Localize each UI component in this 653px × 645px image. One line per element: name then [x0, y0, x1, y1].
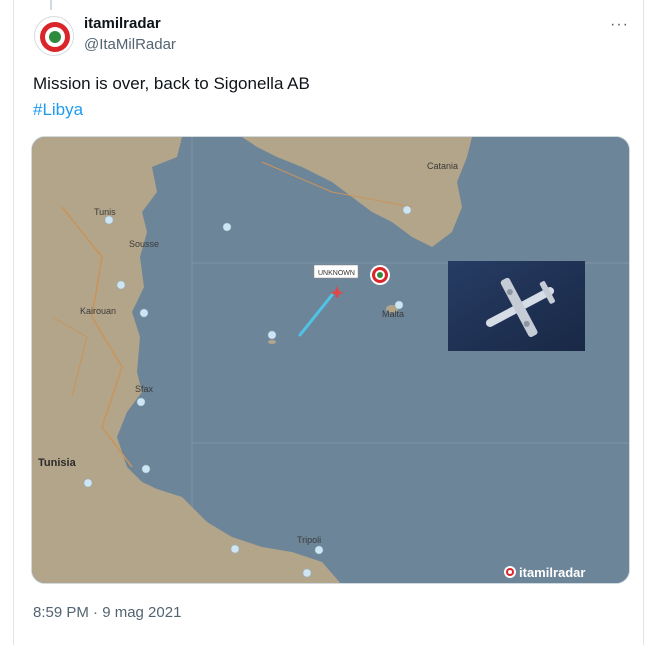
- frame-border-left: [13, 0, 14, 645]
- watermark-text: itamilradar: [519, 565, 585, 580]
- author-display-name[interactable]: itamilradar: [84, 14, 176, 34]
- map-label-kairouan: Kairouan: [80, 306, 116, 316]
- aircraft-photo-inset: [448, 261, 585, 351]
- tweet-media-image[interactable]: Catania Malta Tunis Sousse Kairouan Sfax…: [31, 136, 630, 584]
- avatar[interactable]: [34, 16, 74, 56]
- roundel-icon: [36, 18, 73, 55]
- map-label-catania: Catania: [427, 161, 458, 171]
- map-label-malta: Malta: [382, 309, 404, 319]
- map-label-sfax: Sfax: [135, 384, 154, 394]
- flight-tag-label: UNKNOWN: [318, 270, 355, 277]
- tweet-text: Mission is over, back to Sigonella AB: [33, 74, 310, 93]
- map-label-tripoli: Tripoli: [297, 535, 321, 545]
- more-dots-icon[interactable]: ···: [610, 16, 629, 34]
- tweet-author: itamilradar @ItaMilRadar: [84, 14, 176, 55]
- land-lampedusa: [268, 340, 276, 344]
- map-roundel-icon: [370, 265, 390, 285]
- hashtag-link[interactable]: #Libya: [33, 99, 83, 121]
- flight-map: Catania Malta Tunis Sousse Kairouan Sfax…: [32, 137, 629, 583]
- frame-border-right: [643, 0, 644, 645]
- author-handle[interactable]: @ItaMilRadar: [84, 35, 176, 55]
- thread-connector-line: [50, 0, 52, 10]
- map-label-tunis: Tunis: [94, 207, 116, 217]
- map-label-tunisia: Tunisia: [38, 457, 77, 469]
- tweet-timestamp[interactable]: 8:59 PM · 9 mag 2021: [33, 604, 181, 621]
- map-label-sousse: Sousse: [129, 239, 159, 249]
